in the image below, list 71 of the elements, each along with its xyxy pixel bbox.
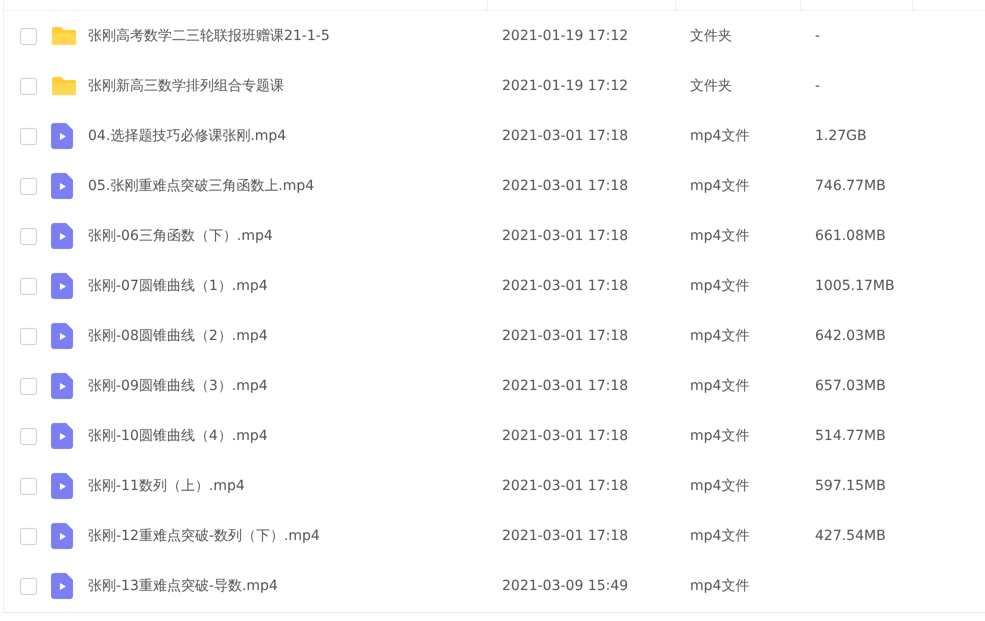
checkbox[interactable] bbox=[20, 78, 37, 94]
checkbox[interactable] bbox=[20, 128, 37, 144]
file-name[interactable]: 张刚新高三数学排列组合专题课 bbox=[88, 78, 284, 94]
checkbox[interactable] bbox=[20, 578, 37, 594]
file-type: mp4文件 bbox=[690, 478, 750, 494]
file-size: - bbox=[815, 28, 820, 44]
file-type: mp4文件 bbox=[690, 178, 750, 194]
file-name[interactable]: 05.张刚重难点突破三角函数上.mp4 bbox=[88, 178, 314, 194]
file-name[interactable]: 张刚-08圆锥曲线（2）.mp4 bbox=[88, 328, 268, 344]
modified-time: 2021-03-01 17:18 bbox=[502, 328, 628, 344]
file-size: 427.54MB bbox=[815, 528, 886, 544]
file-name[interactable]: 张刚-06三角函数（下）.mp4 bbox=[88, 228, 273, 244]
video-file-icon bbox=[51, 523, 73, 549]
modified-time: 2021-03-01 17:18 bbox=[502, 228, 628, 244]
file-type: 文件夹 bbox=[690, 28, 732, 44]
file-type: mp4文件 bbox=[690, 228, 750, 244]
checkbox[interactable] bbox=[20, 478, 37, 494]
file-size: 642.03MB bbox=[815, 328, 886, 344]
checkbox[interactable] bbox=[20, 228, 37, 244]
modified-time: 2021-03-01 17:18 bbox=[502, 128, 628, 144]
file-size: 597.15MB bbox=[815, 478, 886, 494]
modified-time: 2021-03-01 17:18 bbox=[502, 178, 628, 194]
checkbox[interactable] bbox=[20, 528, 37, 544]
video-file-icon bbox=[51, 223, 73, 249]
video-file-icon bbox=[51, 473, 73, 499]
checkbox[interactable] bbox=[20, 178, 37, 194]
modified-time: 2021-03-01 17:18 bbox=[502, 278, 628, 294]
file-size: 661.08MB bbox=[815, 228, 886, 244]
video-file-icon bbox=[51, 273, 73, 299]
file-type: mp4文件 bbox=[690, 278, 750, 294]
modified-time: 2021-03-01 17:18 bbox=[502, 378, 628, 394]
modified-time: 2021-03-01 17:18 bbox=[502, 428, 628, 444]
file-type: mp4文件 bbox=[690, 128, 750, 144]
file-name[interactable]: 张刚-11数列（上）.mp4 bbox=[88, 478, 245, 494]
modified-time: 2021-03-01 17:18 bbox=[502, 478, 628, 494]
file-type: mp4文件 bbox=[690, 328, 750, 344]
file-size: 1.27GB bbox=[815, 128, 867, 144]
video-file-icon bbox=[51, 373, 73, 399]
file-name[interactable]: 张刚-10圆锥曲线（4）.mp4 bbox=[88, 428, 268, 444]
file-type: mp4文件 bbox=[690, 528, 750, 544]
file-size: 514.77MB bbox=[815, 428, 886, 444]
file-type: mp4文件 bbox=[690, 378, 750, 394]
checkbox[interactable] bbox=[20, 378, 37, 394]
file-type: 文件夹 bbox=[690, 78, 732, 94]
checkbox[interactable] bbox=[20, 278, 37, 294]
video-file-icon bbox=[51, 173, 73, 199]
folder-icon bbox=[51, 26, 77, 46]
file-size: 746.77MB bbox=[815, 178, 886, 194]
folder-icon bbox=[51, 76, 77, 96]
file-name[interactable]: 张刚-13重难点突破-导数.mp4 bbox=[88, 578, 278, 594]
modified-time: 2021-03-01 17:18 bbox=[502, 528, 628, 544]
checkbox[interactable] bbox=[20, 328, 37, 344]
video-file-icon bbox=[51, 423, 73, 449]
video-file-icon bbox=[51, 323, 73, 349]
file-name[interactable]: 张刚-09圆锥曲线（3）.mp4 bbox=[88, 378, 268, 394]
video-file-icon bbox=[51, 123, 73, 149]
file-size: 1005.17MB bbox=[815, 278, 895, 294]
file-name[interactable]: 张刚-07圆锥曲线（1）.mp4 bbox=[88, 278, 268, 294]
file-size: 657.03MB bbox=[815, 378, 886, 394]
file-type: mp4文件 bbox=[690, 428, 750, 444]
modified-time: 2021-01-19 17:12 bbox=[502, 28, 628, 44]
modified-time: 2021-03-09 15:49 bbox=[502, 578, 628, 594]
video-file-icon bbox=[51, 573, 73, 599]
file-type: mp4文件 bbox=[690, 578, 750, 594]
file-name[interactable]: 张刚-12重难点突破-数列（下）.mp4 bbox=[88, 528, 320, 544]
file-name[interactable]: 04.选择题技巧必修课张刚.mp4 bbox=[88, 128, 286, 144]
checkbox[interactable] bbox=[20, 428, 37, 444]
modified-time: 2021-01-19 17:12 bbox=[502, 78, 628, 94]
checkbox[interactable] bbox=[20, 28, 37, 44]
file-size: - bbox=[815, 78, 820, 94]
file-name[interactable]: 张刚高考数学二三轮联报班赠课21-1-5 bbox=[88, 28, 330, 44]
